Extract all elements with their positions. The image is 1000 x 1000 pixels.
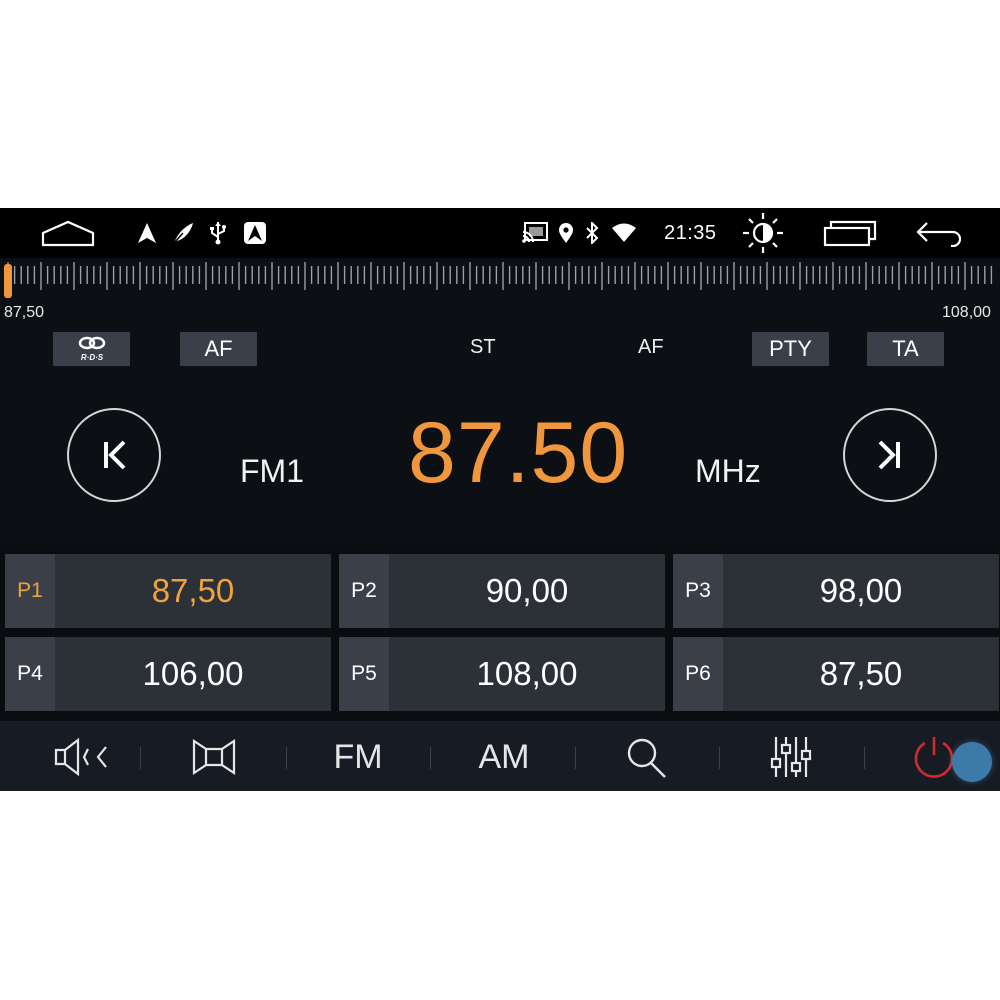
ta-button[interactable]: TA	[867, 332, 944, 366]
sound-field-button[interactable]	[188, 729, 240, 785]
preset-frequency: 90,00	[485, 572, 569, 609]
mute-speaker-icon	[54, 737, 107, 777]
pty-button[interactable]: PTY	[752, 332, 829, 366]
rds-logo-icon: R·D·S	[78, 336, 105, 362]
bottom-toolbar: FM AM	[0, 721, 1000, 791]
toolbar-separator	[430, 747, 431, 769]
location-icon	[557, 218, 575, 248]
fm-band-button[interactable]: FM	[320, 729, 396, 785]
af-indicator: AF	[638, 336, 664, 358]
preset-frequency: 98,00	[819, 572, 903, 609]
floating-assist-button[interactable]	[952, 742, 992, 782]
preset-p4[interactable]: P4 106,00	[5, 637, 331, 711]
preset-p5[interactable]: P5 108,00	[339, 637, 665, 711]
brightness-icon[interactable]	[740, 212, 786, 254]
seek-forward-icon	[878, 440, 900, 470]
scale-min-label: 87,50	[4, 304, 45, 321]
seek-back-button[interactable]	[67, 408, 161, 502]
stereo-speaker-icon	[192, 738, 236, 776]
preset-frequency: 108,00	[476, 655, 578, 692]
preset-label: P3	[673, 554, 723, 628]
am-band-button[interactable]: AM	[464, 729, 544, 785]
feather-icon	[170, 218, 196, 248]
frequency-scale[interactable]	[0, 258, 1000, 330]
toolbar-separator	[719, 747, 720, 769]
recent-apps-icon[interactable]	[822, 218, 878, 248]
toolbar-separator	[575, 747, 576, 769]
scale-max-label: 108,00	[942, 304, 991, 321]
rds-label: R·D·S	[80, 353, 103, 362]
frequency-unit: MHz	[695, 453, 761, 489]
scale-position-marker[interactable]	[4, 264, 12, 298]
scale-ticks	[4, 262, 993, 298]
navigation-arrow-icon	[136, 218, 158, 248]
preset-label: P6	[673, 637, 723, 711]
home-icon[interactable]	[40, 218, 96, 248]
am-band-label: AM	[478, 737, 530, 776]
cast-icon	[521, 218, 549, 248]
preset-p3[interactable]: P3 98,00	[673, 554, 999, 628]
preset-p6[interactable]: P6 87,50	[673, 637, 999, 711]
preset-label: P2	[339, 554, 389, 628]
rds-button[interactable]: R·D·S	[53, 332, 130, 366]
af-button[interactable]: AF	[180, 332, 257, 366]
preset-p2[interactable]: P2 90,00	[339, 554, 665, 628]
search-icon	[627, 738, 666, 778]
preset-label: P4	[5, 637, 55, 711]
wifi-icon	[610, 218, 638, 248]
equalizer-icon	[770, 737, 812, 777]
preset-p1[interactable]: P1 87,50	[5, 554, 331, 628]
toolbar-separator	[286, 747, 287, 769]
power-icon	[914, 737, 954, 778]
back-icon[interactable]	[914, 218, 966, 248]
seek-forward-button[interactable]	[843, 408, 937, 502]
preset-frequency: 87,50	[819, 655, 903, 692]
mute-button[interactable]	[50, 729, 114, 785]
fm-band-label: FM	[333, 737, 383, 776]
band-label: FM1	[240, 453, 304, 489]
usb-icon	[206, 218, 230, 248]
preset-frequency: 87,50	[151, 572, 235, 609]
toolbar-separator	[140, 747, 141, 769]
radio-screen: 21:35 87,50 108,00 R·D·S AF ST AF PTY TA…	[0, 208, 1000, 791]
search-button[interactable]	[620, 729, 672, 785]
bluetooth-icon	[584, 218, 600, 248]
preset-label: P5	[339, 637, 389, 711]
preset-frequency: 106,00	[142, 655, 244, 692]
clock: 21:35	[664, 222, 717, 244]
preset-grid: P1 87,50 P2 90,00 P3 98,00 P4 106,00 P5 …	[0, 545, 1000, 725]
preset-label: P1	[5, 554, 55, 628]
frequency-display: 87.50	[408, 405, 629, 501]
seek-back-icon	[104, 440, 126, 470]
android-auto-icon	[242, 218, 268, 248]
toolbar-separator	[864, 747, 865, 769]
status-bar: 21:35	[0, 208, 1000, 258]
stereo-indicator: ST	[470, 336, 496, 358]
equalizer-button[interactable]	[766, 729, 816, 785]
